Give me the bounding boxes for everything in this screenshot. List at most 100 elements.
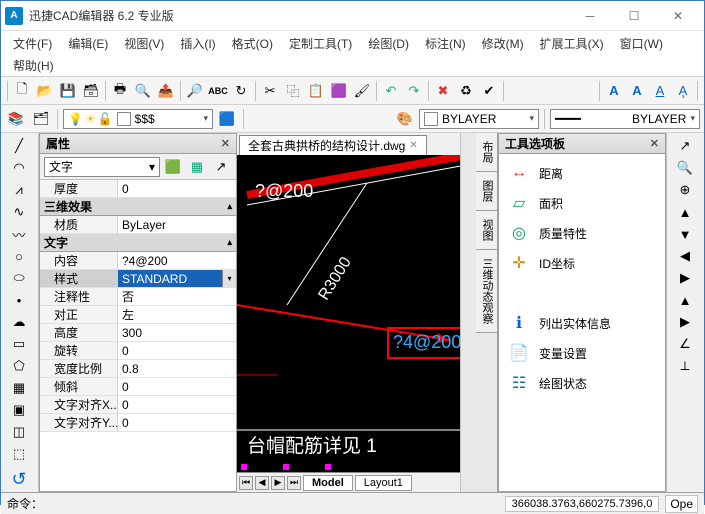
- revcloud-icon[interactable]: ☁: [3, 311, 35, 333]
- tool-idpoint[interactable]: ✛ ID坐标: [503, 248, 661, 278]
- mirror-icon[interactable]: ▲: [669, 201, 701, 223]
- freehand-icon[interactable]: ∿: [3, 201, 35, 223]
- tab-first-icon[interactable]: ⏮: [239, 476, 253, 490]
- selection-dropdown[interactable]: 文字 ▾: [44, 157, 160, 177]
- polygon-icon[interactable]: ⬠: [3, 355, 35, 377]
- canvas-scrollbar[interactable]: [460, 133, 476, 492]
- minimize-button[interactable]: ─: [568, 1, 612, 31]
- cut-icon[interactable]: ✂: [259, 80, 281, 102]
- tab-next-icon[interactable]: ▶: [271, 476, 285, 490]
- left-icon[interactable]: ◀: [669, 245, 701, 267]
- menu-edit[interactable]: 编辑(E): [60, 33, 116, 54]
- rect-icon[interactable]: ▭: [3, 333, 35, 355]
- prop-category-text[interactable]: 文字▴: [40, 234, 236, 252]
- prop-widthratio[interactable]: 宽度比例 0.8: [40, 360, 236, 378]
- text-a1-icon[interactable]: A: [603, 80, 625, 102]
- top-icon[interactable]: ▲: [669, 289, 701, 311]
- save-icon[interactable]: 💾: [57, 80, 79, 102]
- tool-list-entity[interactable]: ℹ 列出实体信息: [503, 308, 661, 338]
- menu-view[interactable]: 视图(V): [116, 33, 172, 54]
- boundary-icon[interactable]: ▣: [3, 399, 35, 421]
- prop-material[interactable]: 材质 ByLayer: [40, 216, 236, 234]
- document-tab[interactable]: 全套古典拱桥的结构设计.dwg ✕: [239, 135, 427, 155]
- move-icon[interactable]: ↗: [669, 135, 701, 157]
- line-icon[interactable]: ╱: [3, 135, 35, 157]
- refresh-icon[interactable]: ↻: [230, 80, 252, 102]
- print-icon[interactable]: 🖶: [109, 80, 131, 102]
- prop-slant[interactable]: 倾斜 0: [40, 378, 236, 396]
- vtab-layer[interactable]: 图层: [476, 172, 497, 211]
- preview-icon[interactable]: 🔍: [132, 80, 154, 102]
- flip-icon[interactable]: ▼: [669, 223, 701, 245]
- find-icon[interactable]: 🔎: [184, 80, 206, 102]
- undo-icon[interactable]: ↶: [380, 80, 402, 102]
- menu-insert[interactable]: 插入(I): [172, 33, 223, 54]
- saveall-icon[interactable]: 🗃: [80, 80, 102, 102]
- menu-window[interactable]: 窗口(W): [612, 33, 671, 54]
- menu-help[interactable]: 帮助(H): [5, 55, 62, 76]
- prop-content[interactable]: 内容 ?4@200: [40, 252, 236, 270]
- tool-distance[interactable]: ↔ 距离: [503, 158, 661, 188]
- color-icon[interactable]: 🎨: [394, 108, 416, 130]
- pickadd-icon[interactable]: ▦: [186, 156, 208, 178]
- tab-close-icon[interactable]: ✕: [409, 140, 417, 151]
- vtab-view[interactable]: 视图: [476, 211, 497, 250]
- text-a4-icon[interactable]: A̧: [672, 80, 694, 102]
- oops-icon[interactable]: ♻: [455, 80, 477, 102]
- new-icon[interactable]: 🗋: [11, 80, 33, 102]
- prop-annotative[interactable]: 注释性 否: [40, 288, 236, 306]
- matchprop-icon[interactable]: 🖌: [351, 80, 373, 102]
- tab-prev-icon[interactable]: ◀: [255, 476, 269, 490]
- prop-height[interactable]: 高度 300: [40, 324, 236, 342]
- prop-aligny[interactable]: 文字对齐Y... 0: [40, 414, 236, 432]
- tool-massprops[interactable]: ◎ 质量特性: [503, 218, 661, 248]
- maximize-button[interactable]: ☐: [612, 1, 656, 31]
- circle-icon[interactable]: ○: [3, 245, 35, 267]
- bottom-icon[interactable]: ▶: [669, 311, 701, 333]
- select-icon[interactable]: ↗: [210, 156, 232, 178]
- target-icon[interactable]: ⊕: [669, 179, 701, 201]
- menu-annotate[interactable]: 标注(N): [417, 33, 474, 54]
- properties-close-icon[interactable]: ✕: [221, 137, 230, 150]
- point-icon[interactable]: •: [3, 289, 35, 311]
- menu-file[interactable]: 文件(F): [5, 33, 60, 54]
- prop-category-3d[interactable]: 三维效果▴: [40, 198, 236, 216]
- layer-states-icon[interactable]: 🗂: [30, 108, 52, 130]
- drawing-canvas[interactable]: ?@200 R3000 ?4@200 台帽配筋详见 1: [237, 155, 460, 472]
- style-dropdown-button[interactable]: ▾: [222, 270, 236, 287]
- polyline-icon[interactable]: ⩘: [3, 179, 35, 201]
- command-prompt[interactable]: 命令：: [7, 495, 43, 512]
- tool-palette-close-icon[interactable]: ✕: [650, 137, 659, 150]
- audit-icon[interactable]: ✔: [478, 80, 500, 102]
- wipeout-icon[interactable]: ⬚: [3, 443, 35, 465]
- tool-status[interactable]: ☷ 绘图状态: [503, 368, 661, 398]
- redo-icon[interactable]: ↷: [403, 80, 425, 102]
- tool-area[interactable]: ▱ 面积: [503, 188, 661, 218]
- menu-custom[interactable]: 定制工具(T): [281, 33, 360, 54]
- spell-icon[interactable]: ABC: [207, 80, 229, 102]
- arc-icon[interactable]: ◠: [3, 157, 35, 179]
- open-icon[interactable]: 📂: [34, 80, 56, 102]
- region-icon[interactable]: ◫: [3, 421, 35, 443]
- canvas-selected-text[interactable]: ?4@200: [393, 332, 460, 353]
- close-button[interactable]: ✕: [656, 1, 700, 31]
- publish-icon[interactable]: 📤: [155, 80, 177, 102]
- spline-icon[interactable]: 〰: [3, 223, 35, 245]
- layer-dropdown[interactable]: 💡☀🔓 $$$ ▾: [63, 109, 213, 129]
- tab-last-icon[interactable]: ⏭: [287, 476, 301, 490]
- prop-alignx[interactable]: 文字对齐X... 0: [40, 396, 236, 414]
- quickselect-icon[interactable]: 🟩: [162, 156, 184, 178]
- menu-ext[interactable]: 扩展工具(X): [532, 33, 612, 54]
- layer-mgr-icon[interactable]: 📚: [5, 108, 27, 130]
- angle2-icon[interactable]: ⟂: [669, 355, 701, 377]
- hatch-icon[interactable]: ▦: [3, 377, 35, 399]
- prop-align[interactable]: 对正 左: [40, 306, 236, 324]
- model-tab[interactable]: Model: [303, 475, 353, 491]
- linetype-dropdown[interactable]: ━━━━ BYLAYER ▾: [550, 109, 700, 129]
- erase-icon[interactable]: ✖: [432, 80, 454, 102]
- menu-format[interactable]: 格式(O): [224, 33, 281, 54]
- right-icon[interactable]: ▶: [669, 267, 701, 289]
- menu-modify[interactable]: 修改(M): [474, 33, 532, 54]
- zoom-icon[interactable]: 🔍: [669, 157, 701, 179]
- layout1-tab[interactable]: Layout1: [355, 475, 412, 491]
